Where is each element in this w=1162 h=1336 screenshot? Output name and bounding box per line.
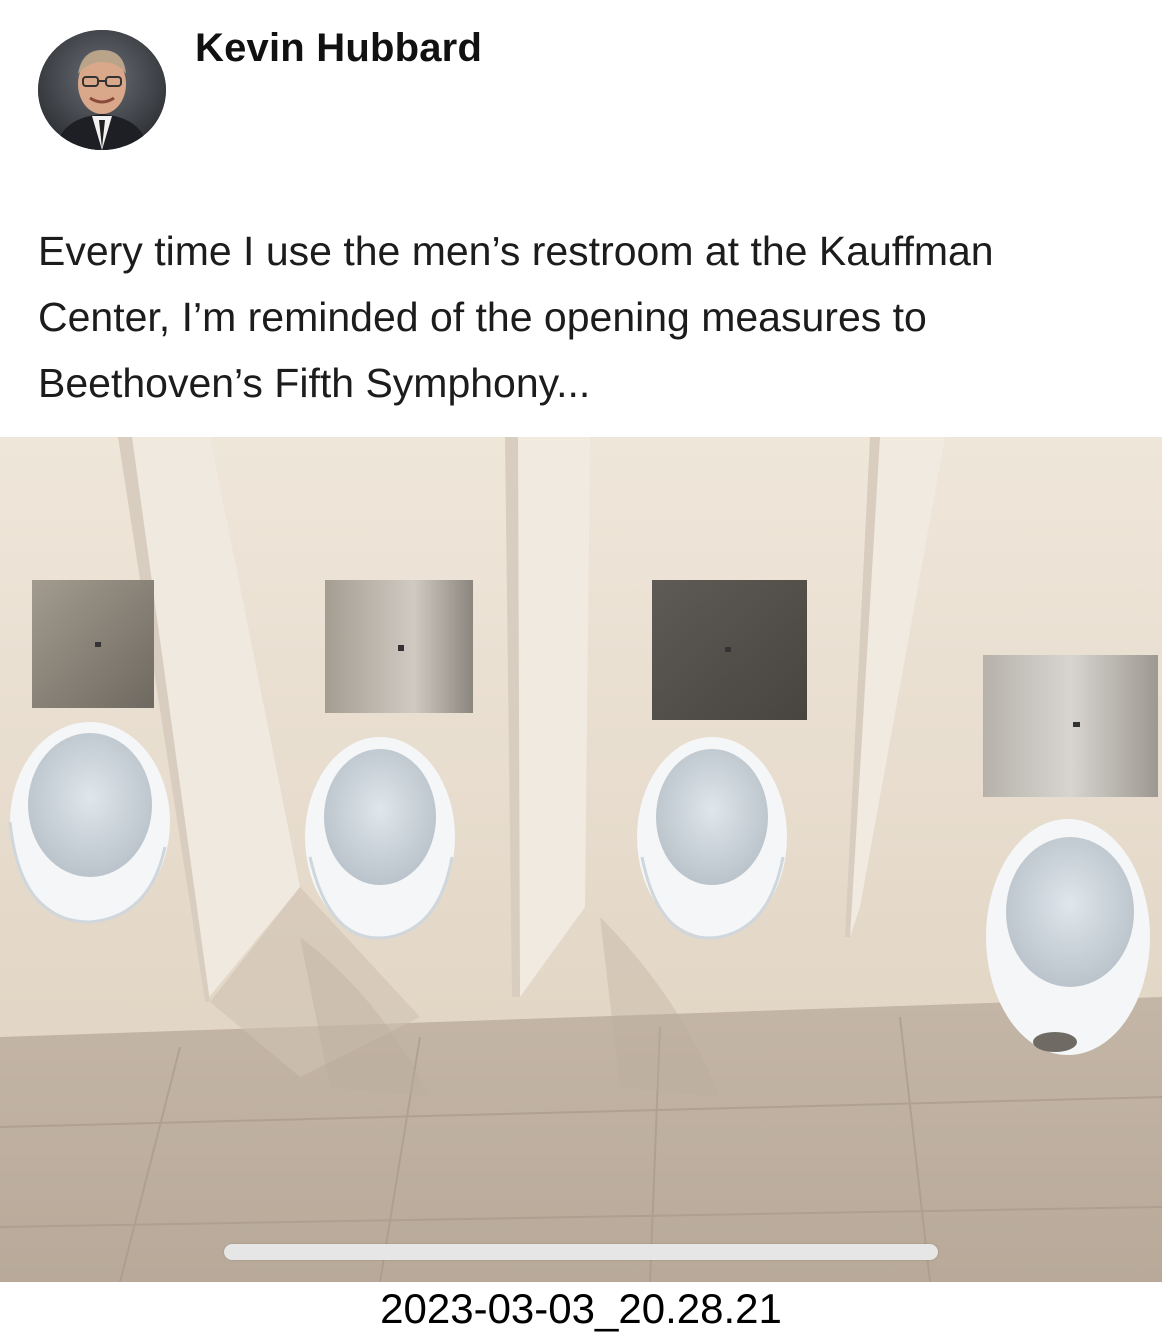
- author-avatar[interactable]: [38, 30, 166, 150]
- flush-panel-1: [32, 580, 154, 708]
- urinal-1: [8, 722, 170, 924]
- flush-panel-4: [983, 655, 1158, 797]
- urinals-photo: [0, 437, 1162, 1282]
- timestamp-caption: 2023-03-03_20.28.21: [380, 1285, 782, 1332]
- post-text: Every time I use the men’s restroom at t…: [38, 228, 994, 406]
- partition-2: [505, 437, 590, 997]
- post-header: Kevin Hubbard: [0, 0, 1162, 200]
- scrollbar[interactable]: [224, 1244, 938, 1260]
- urinal-4: [986, 819, 1150, 1055]
- avatar-portrait-icon: [38, 30, 166, 150]
- urinal-3: [637, 737, 787, 940]
- urinal-2: [305, 737, 455, 940]
- post-photo: [0, 437, 1162, 1282]
- author-name[interactable]: Kevin Hubbard: [195, 26, 482, 71]
